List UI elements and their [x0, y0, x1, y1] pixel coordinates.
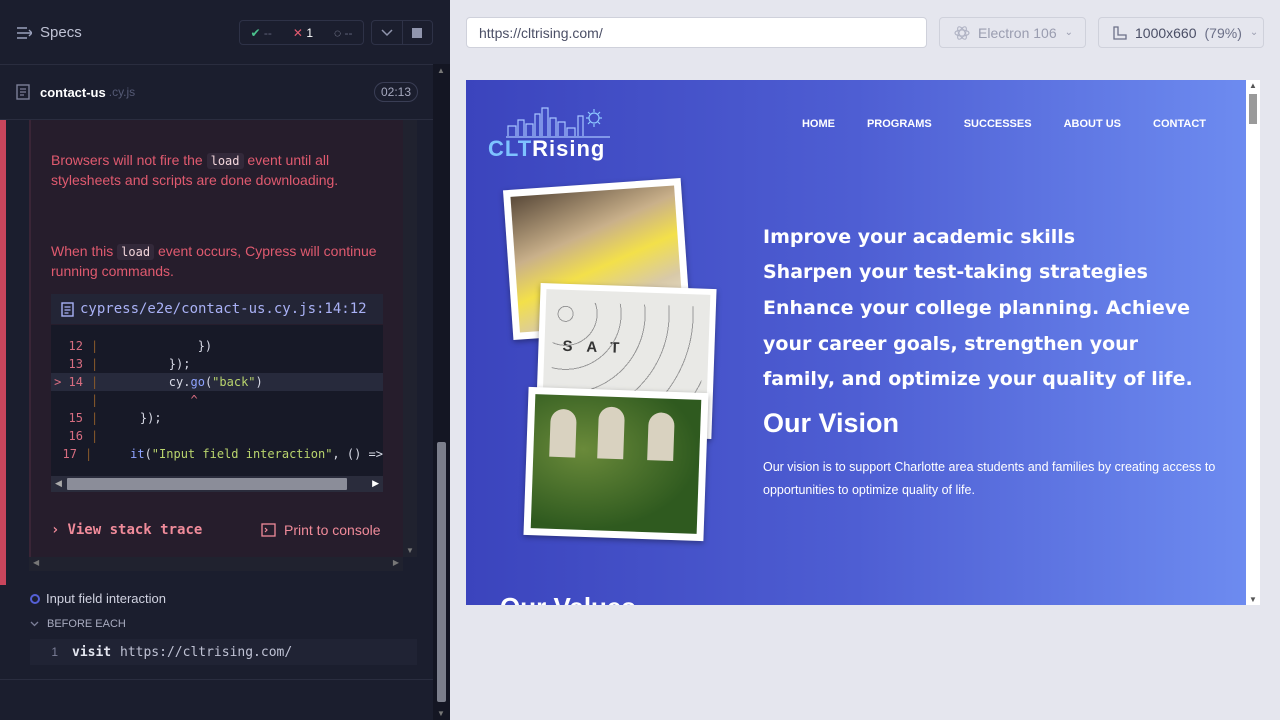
error-scrollbar[interactable]: ▼: [403, 120, 417, 557]
chevron-down-icon: ⌄: [1249, 27, 1259, 38]
headline-line-3: Enhance your college planning. Achieve: [763, 297, 1191, 319]
spec-duration-badge: 02:13: [373, 82, 418, 102]
code-frame-path: cypress/e2e/contact-us.cy.js:14:12: [80, 301, 367, 317]
menu-icon: [17, 26, 32, 39]
browser-selector[interactable]: Electron 106 ⌄: [939, 17, 1086, 48]
reporter-panel: Specs ✔ -- ✕ 1 ◌ -- contact-us .cy.js 02…: [0, 0, 450, 720]
specs-toggle[interactable]: Specs: [16, 24, 82, 41]
preview-scrollbar[interactable]: ▲ ▼: [1246, 80, 1260, 605]
site-logo[interactable]: CLTRising: [488, 104, 628, 164]
test-title: Input field interaction: [46, 591, 166, 606]
headline-line-1: Improve your academic skills: [763, 226, 1076, 248]
test-item[interactable]: Input field interaction: [30, 591, 166, 606]
check-icon: ✔: [250, 25, 261, 40]
code-frame: 12 | }) 13 | }); > 14 | cy.go("back") | ^ 1…: [51, 325, 383, 480]
code-line: 15 | });: [68, 411, 162, 425]
stop-icon[interactable]: [401, 21, 433, 44]
spinner-icon: ◌: [334, 25, 342, 40]
view-stack-trace-button[interactable]: › View stack trace: [51, 522, 202, 538]
code-scrollbar-thumb[interactable]: [67, 478, 347, 490]
skyline-logo: [506, 107, 610, 138]
app-preview: https://cltrising.com/ Electron 106 ⌄ 10…: [450, 0, 1280, 720]
code-line-caret: | ^: [91, 393, 198, 407]
headline-line-4: your career goals, strengthen your: [763, 333, 1139, 355]
values-title: Our Values: [500, 592, 636, 605]
x-icon: ✕: [292, 25, 303, 40]
viewport-info[interactable]: 1000x660 (79%) ⌄: [1098, 17, 1264, 48]
test-stats: ✔ -- ✕ 1 ◌ --: [239, 20, 364, 45]
chevron-down-icon: [30, 621, 39, 627]
nav-programs[interactable]: PROGRAMS: [867, 118, 932, 130]
command-arg: https://cltrising.com/: [120, 644, 293, 660]
code-line: 16 |: [68, 429, 99, 443]
file-icon: [61, 301, 74, 317]
preview-scrollbar-thumb[interactable]: [1249, 94, 1257, 124]
run-controls: [371, 20, 433, 45]
running-icon: [30, 593, 40, 604]
headline-line-2: Sharpen your test-taking strategies: [763, 261, 1148, 283]
logo-clt: CLT: [488, 136, 533, 161]
error-message: Browsers will not fire the load event un…: [29, 120, 417, 557]
error-panel: Browsers will not fire the load event un…: [0, 120, 417, 585]
print-to-console-button[interactable]: Print to console: [261, 522, 381, 538]
command-row[interactable]: 1 visit https://cltrising.com/: [30, 639, 417, 665]
error-paragraph-1: Browsers will not fire the load event un…: [51, 152, 339, 188]
specs-label: Specs: [40, 24, 82, 41]
code-line: 13 | });: [68, 357, 191, 371]
chevron-down-icon[interactable]: [372, 21, 402, 44]
logo-rising: Rising: [532, 136, 606, 161]
error-horizontal-scrollbar[interactable]: ◀ ▶: [29, 557, 403, 571]
spec-file-header: contact-us .cy.js 02:13: [16, 80, 418, 104]
code-line: 12 | }): [68, 339, 213, 353]
campus-photo: [523, 386, 709, 542]
reporter-scrollbar[interactable]: ▲ ▼: [433, 64, 450, 720]
code-line: 17 | it("Input field interaction", () =>: [62, 447, 383, 461]
nav-home[interactable]: HOME: [802, 118, 835, 130]
reporter-scrollbar-thumb[interactable]: [437, 442, 446, 702]
code-frame-link[interactable]: cypress/e2e/contact-us.cy.js:14:12: [51, 294, 383, 324]
vision-text: Our vision is to support Charlotte area …: [763, 460, 1216, 497]
terminal-icon: [261, 523, 276, 537]
code-scrollbar[interactable]: ◀ ▶: [51, 476, 383, 492]
error-paragraph-2: When this load event occurs, Cypress wil…: [51, 243, 377, 279]
electron-icon: [954, 25, 970, 40]
failure-indicator: [0, 120, 6, 585]
headline-line-5: family, and optimize your quality of lif…: [763, 368, 1193, 390]
vision-title: Our Vision: [763, 408, 900, 438]
command-name: visit: [72, 644, 112, 660]
command-number: 1: [51, 645, 58, 659]
nav-contact[interactable]: CONTACT: [1153, 118, 1206, 130]
failed-stat: ✕ 1: [292, 25, 313, 40]
spec-file-name: contact-us: [40, 84, 106, 100]
app-under-test: CLTRising HOME PROGRAMS SUCCESSES ABOUT …: [466, 80, 1246, 605]
code-line-highlight: > 14 | cy.go("back"): [51, 373, 383, 391]
chevron-right-icon: ›: [51, 522, 60, 538]
url-bar[interactable]: https://cltrising.com/: [466, 17, 927, 48]
site-nav: HOME PROGRAMS SUCCESSES ABOUT US CONTACT: [802, 118, 1206, 130]
ruler-icon: [1113, 25, 1127, 40]
pending-stat: ◌ --: [334, 25, 353, 40]
document-icon: [16, 84, 30, 100]
spec-file-ext: .cy.js: [108, 85, 136, 99]
before-each-hook[interactable]: BEFORE EACH: [30, 618, 126, 630]
nav-successes[interactable]: SUCCESSES: [964, 118, 1032, 130]
nav-about-us[interactable]: ABOUT US: [1064, 118, 1121, 130]
passed-stat: ✔ --: [250, 25, 272, 40]
chevron-down-icon: ⌄: [1064, 27, 1073, 38]
